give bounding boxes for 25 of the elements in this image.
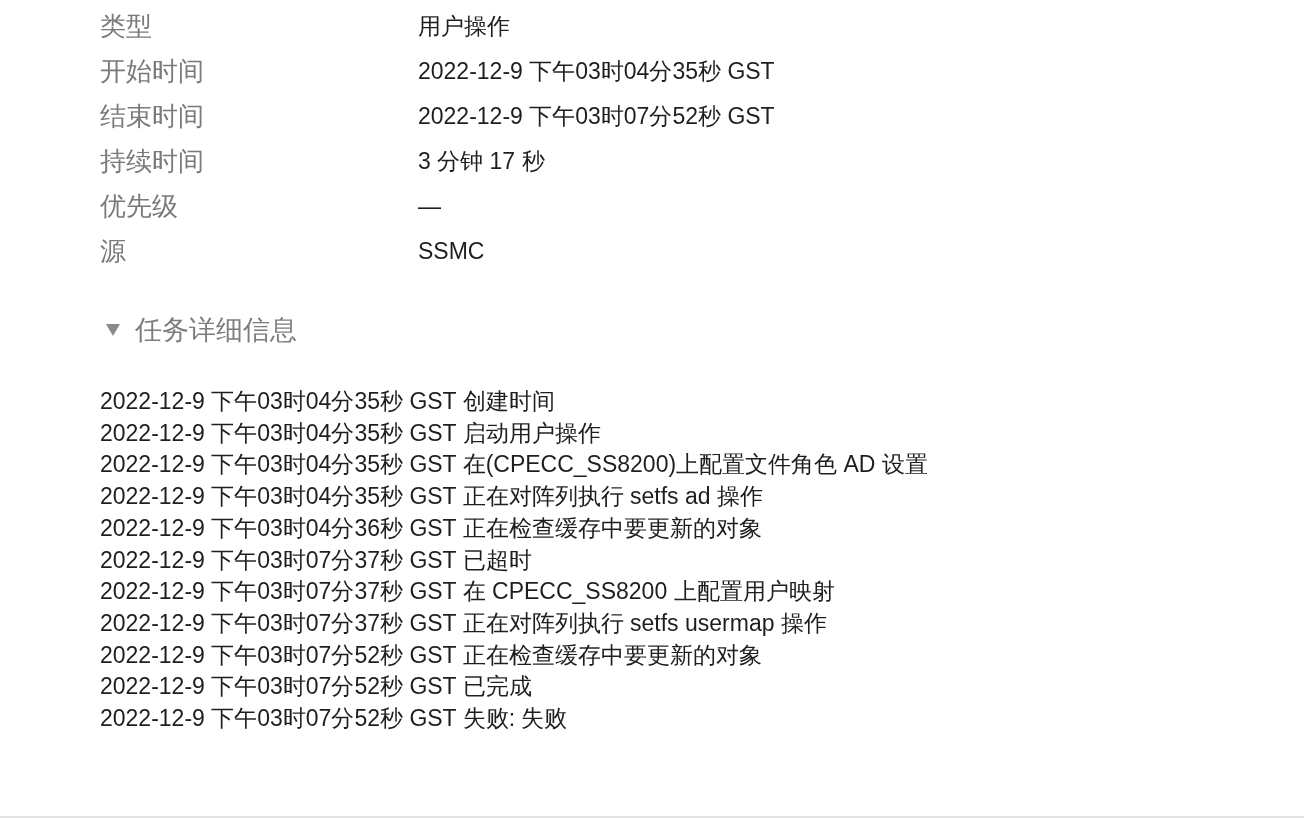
triangle-down-icon (105, 323, 121, 337)
property-value: 2022-12-9 下午03时04分35秒 GST (418, 57, 775, 86)
property-value: SSMC (418, 237, 485, 266)
property-value: 用户操作 (418, 12, 510, 41)
log-line: 2022-12-9 下午03时04分35秒 GST 启动用户操作 (100, 418, 601, 448)
log-line: 2022-12-9 下午03时07分52秒 GST 已完成 (100, 672, 532, 702)
section-toggle[interactable]: 任务详细信息 (100, 312, 297, 348)
property-value: — (418, 192, 441, 221)
property-label: 优先级 (100, 190, 178, 223)
property-label: 持续时间 (100, 145, 204, 178)
log-line: 2022-12-9 下午03时04分35秒 GST 正在对阵列执行 setfs ad 操作 (100, 482, 763, 512)
log-line: 2022-12-9 下午03时07分37秒 GST 已超时 (100, 545, 532, 575)
log-line: 2022-12-9 下午03时07分52秒 GST 失败: 失败 (100, 704, 568, 734)
property-label: 结束时间 (100, 100, 204, 133)
property-value: 2022-12-9 下午03时07分52秒 GST (418, 102, 775, 131)
property-label: 源 (100, 235, 126, 268)
property-label: 开始时间 (100, 55, 204, 88)
log-line: 2022-12-9 下午03时07分37秒 GST 正在对阵列执行 setfs usermap 操作 (100, 608, 827, 638)
log-line: 2022-12-9 下午03时07分37秒 GST 在 CPECC_SS8200 上配置用户映射 (100, 577, 835, 607)
log-line: 2022-12-9 下午03时04分36秒 GST 正在检查缓存中要更新的对象 (100, 513, 762, 543)
log-line: 2022-12-9 下午03时04分35秒 GST 创建时间 (100, 387, 555, 416)
property-label: 类型 (100, 10, 152, 43)
log-line: 2022-12-9 下午03时07分52秒 GST 正在检查缓存中要更新的对象 (100, 640, 762, 670)
property-value: 3 分钟 17 秒 (418, 147, 545, 176)
log-line: 2022-12-9 下午03时04分35秒 GST 在(CPECC_SS8200)上配置文件角色 AD 设置 (100, 450, 928, 480)
